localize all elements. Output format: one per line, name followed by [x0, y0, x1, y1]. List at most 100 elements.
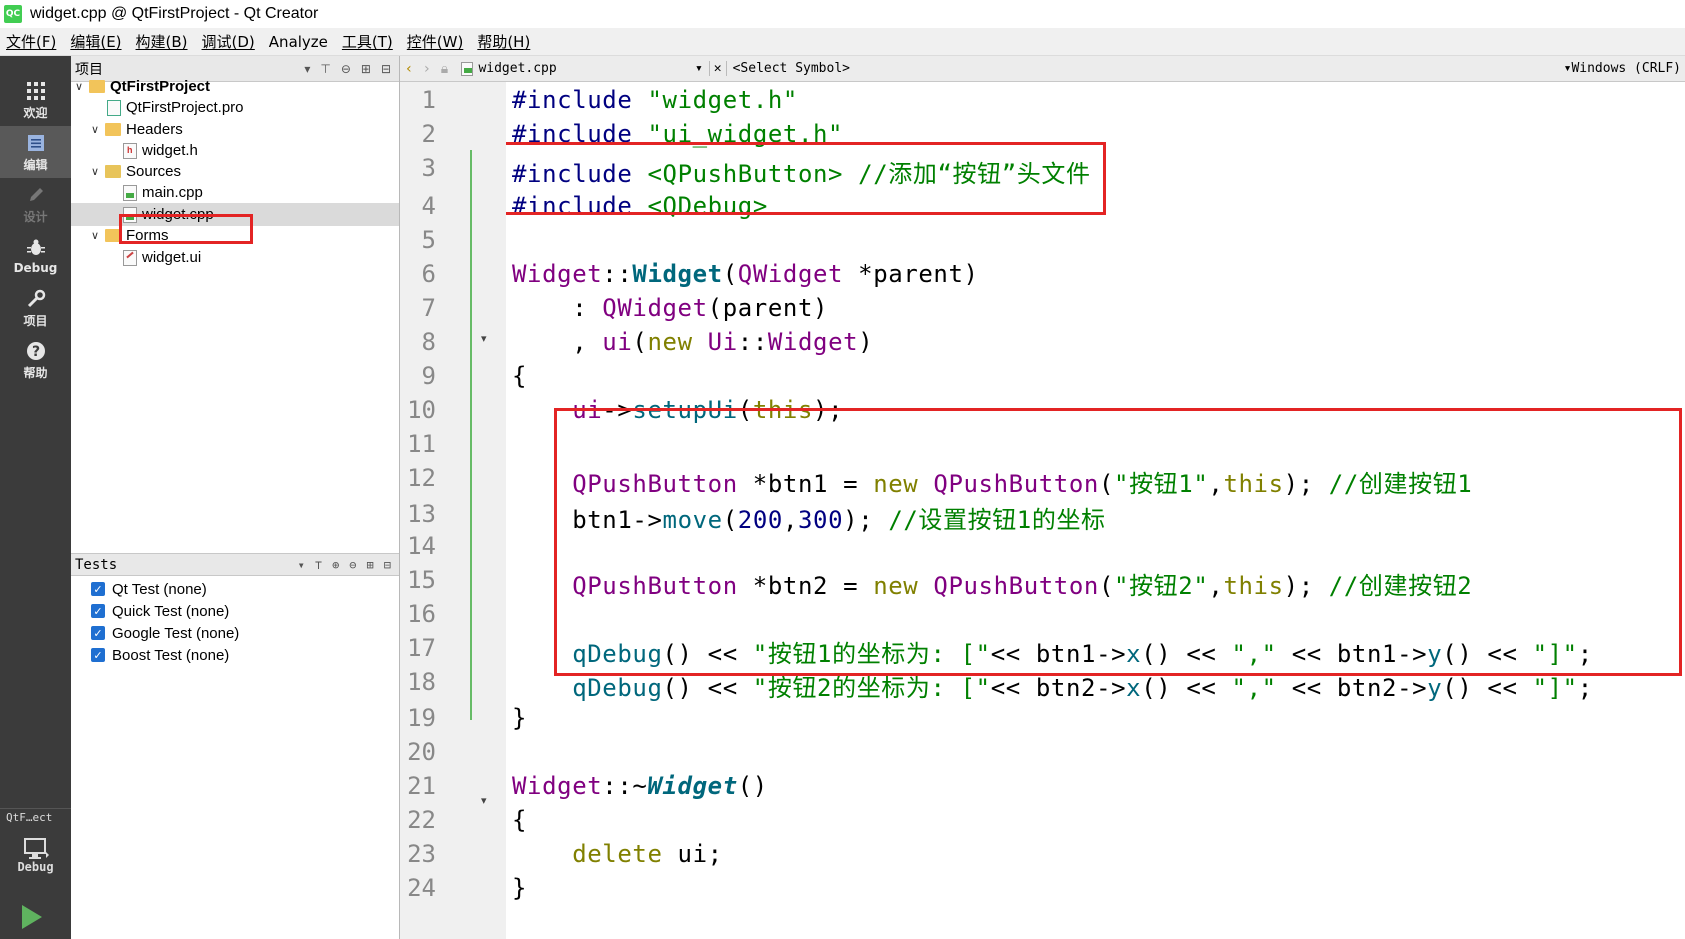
forward-arrow-icon[interactable]: ›	[418, 61, 436, 77]
test-item-label: Qt Test (none)	[112, 580, 207, 598]
kit-selector[interactable]: QtF…ect Debug	[0, 808, 71, 886]
menu-file[interactable]: 文件(F)	[6, 31, 56, 52]
tree-item-widget-ui[interactable]: widget.ui	[123, 246, 201, 269]
checkbox-checked[interactable]: ✓	[91, 626, 105, 640]
dropdown-icon[interactable]: ▾	[1564, 61, 1572, 76]
line-number: 22	[407, 806, 436, 834]
change-marker-bar	[470, 150, 472, 720]
mode-debug[interactable]: Debug	[0, 230, 71, 282]
project-folder-icon	[89, 80, 105, 93]
dropdown-icon[interactable]: ▾	[298, 558, 305, 572]
split-icon[interactable]: ⊞	[361, 62, 371, 76]
code-line-8: , ui(new Ui::Widget)	[512, 328, 874, 356]
fold-gutter	[472, 82, 506, 939]
open-documents-combo[interactable]: widget.cpp ▾	[461, 61, 708, 76]
checkbox-checked[interactable]: ✓	[91, 604, 105, 618]
menu-tools[interactable]: 工具(T)	[342, 31, 393, 52]
mode-edit[interactable]: 编辑	[0, 126, 71, 178]
menu-analyze[interactable]: Analyze	[269, 33, 328, 51]
fold-marker-icon[interactable]: ▾	[481, 332, 487, 345]
tree-item-label: QtFirstProject.pro	[126, 99, 244, 116]
split-icon[interactable]: ⊞	[367, 558, 374, 572]
kit-build-mode-label: Debug	[17, 860, 54, 874]
highlight-box-widget-cpp	[119, 214, 253, 244]
checkbox-checked[interactable]: ✓	[91, 648, 105, 662]
tree-folder-headers[interactable]: ∨ Headers	[91, 118, 183, 141]
tree-project-root[interactable]: ∨ QtFirstProject	[75, 75, 210, 98]
menu-debug[interactable]: 调试(D)	[202, 31, 255, 52]
code-line-22: {	[512, 806, 528, 834]
line-number: 6	[421, 260, 436, 288]
tree-item-pro-file[interactable]: QtFirstProject.pro	[107, 96, 244, 119]
test-item[interactable]: ✓ Google Test (none)	[71, 622, 399, 644]
back-arrow-icon[interactable]: ‹	[400, 61, 418, 77]
line-number: 11	[407, 430, 436, 458]
monitor-icon	[23, 838, 49, 859]
expand-icon[interactable]: ⊕	[332, 558, 339, 572]
mode-edit-label: 编辑	[23, 157, 48, 172]
test-item-label: Google Test (none)	[112, 624, 240, 642]
folder-icon	[105, 165, 121, 178]
title-bar: QC widget.cpp @ QtFirstProject - Qt Crea…	[0, 0, 1685, 28]
line-ending-selector[interactable]: Windows (CRLF)	[1571, 61, 1685, 76]
menu-bar: 文件(F) 编辑(E) 构建(B) 调试(D) Analyze 工具(T) 控件…	[0, 28, 1685, 56]
line-number: 23	[407, 840, 436, 868]
tree-item-main-cpp[interactable]: main.cpp	[123, 181, 203, 204]
highlight-box-includes	[506, 142, 1106, 215]
mode-debug-label: Debug	[13, 261, 58, 275]
tree-item-label: main.cpp	[142, 184, 203, 201]
grid-icon	[25, 80, 47, 102]
line-number: 19	[407, 704, 436, 732]
close-document-icon[interactable]: ✕	[708, 61, 727, 76]
line-number: 3	[421, 154, 436, 182]
chevron-down-icon[interactable]: ∨	[91, 165, 105, 178]
folder-icon	[105, 123, 121, 136]
menu-help[interactable]: 帮助(H)	[477, 31, 530, 52]
code-line-9: {	[512, 362, 528, 390]
code-line-24: }	[512, 874, 528, 902]
filter-icon[interactable]: ⊤	[320, 62, 330, 76]
highlight-box-buttons	[554, 408, 1682, 676]
code-line-23: delete ui;	[572, 840, 723, 868]
mode-welcome[interactable]: 欢迎	[0, 74, 71, 126]
filter-icon[interactable]: ⊤	[315, 558, 322, 572]
kit-project-name: QtF…ect	[0, 808, 71, 826]
mode-design[interactable]: 设计	[0, 178, 71, 230]
menu-build[interactable]: 构建(B)	[136, 31, 188, 52]
collapse-icon[interactable]: ⊖	[349, 558, 356, 572]
fold-marker-icon[interactable]: ▾	[481, 794, 487, 807]
dropdown-icon[interactable]: ▾	[304, 62, 310, 76]
symbol-combo[interactable]: <Select Symbol>	[733, 61, 1564, 76]
symbol-combo-value: <Select Symbol>	[732, 61, 850, 76]
code-editor[interactable]: #include "widget.h" #include "ui_widget.…	[506, 82, 1685, 939]
line-number: 12	[407, 464, 436, 492]
document-icon	[25, 132, 47, 154]
close-pane-icon[interactable]: ⊟	[381, 62, 391, 76]
line-number: 21	[407, 772, 436, 800]
menu-widgets[interactable]: 控件(W)	[407, 31, 464, 52]
test-item[interactable]: ✓ Quick Test (none)	[71, 600, 399, 622]
test-item-label: Quick Test (none)	[112, 602, 230, 620]
cpp-file-icon	[123, 184, 137, 201]
mode-projects[interactable]: 项目	[0, 282, 71, 334]
test-item[interactable]: ✓ Qt Test (none)	[71, 578, 399, 600]
tree-item-widget-h[interactable]: widget.h	[123, 139, 198, 162]
mode-help[interactable]: ? 帮助	[0, 334, 71, 386]
line-number: 17	[407, 634, 436, 662]
line-number: 10	[407, 396, 436, 424]
link-icon[interactable]: ⊖	[341, 62, 351, 76]
code-line-6: Widget::Widget(QWidget *parent)	[512, 260, 979, 288]
tree-folder-sources[interactable]: ∨ Sources	[91, 160, 181, 183]
tests-list: ✓ Qt Test (none) ✓ Quick Test (none) ✓ Goog…	[71, 576, 399, 939]
chevron-down-icon[interactable]: ∨	[75, 80, 89, 93]
menu-edit[interactable]: 编辑(E)	[70, 31, 121, 52]
cpp-file-icon	[461, 61, 474, 76]
close-pane-icon[interactable]: ⊟	[384, 558, 391, 572]
test-item[interactable]: ✓ Boost Test (none)	[71, 644, 399, 666]
run-button[interactable]	[22, 905, 42, 929]
checkbox-checked[interactable]: ✓	[91, 582, 105, 596]
line-number: 4	[421, 192, 436, 220]
mode-selector-bar: 欢迎 编辑 设计 Debug 项目 ? 帮助 QtF…ect Debug	[0, 56, 71, 939]
chevron-down-icon[interactable]: ∨	[91, 123, 105, 136]
chevron-down-icon[interactable]: ∨	[91, 229, 105, 242]
